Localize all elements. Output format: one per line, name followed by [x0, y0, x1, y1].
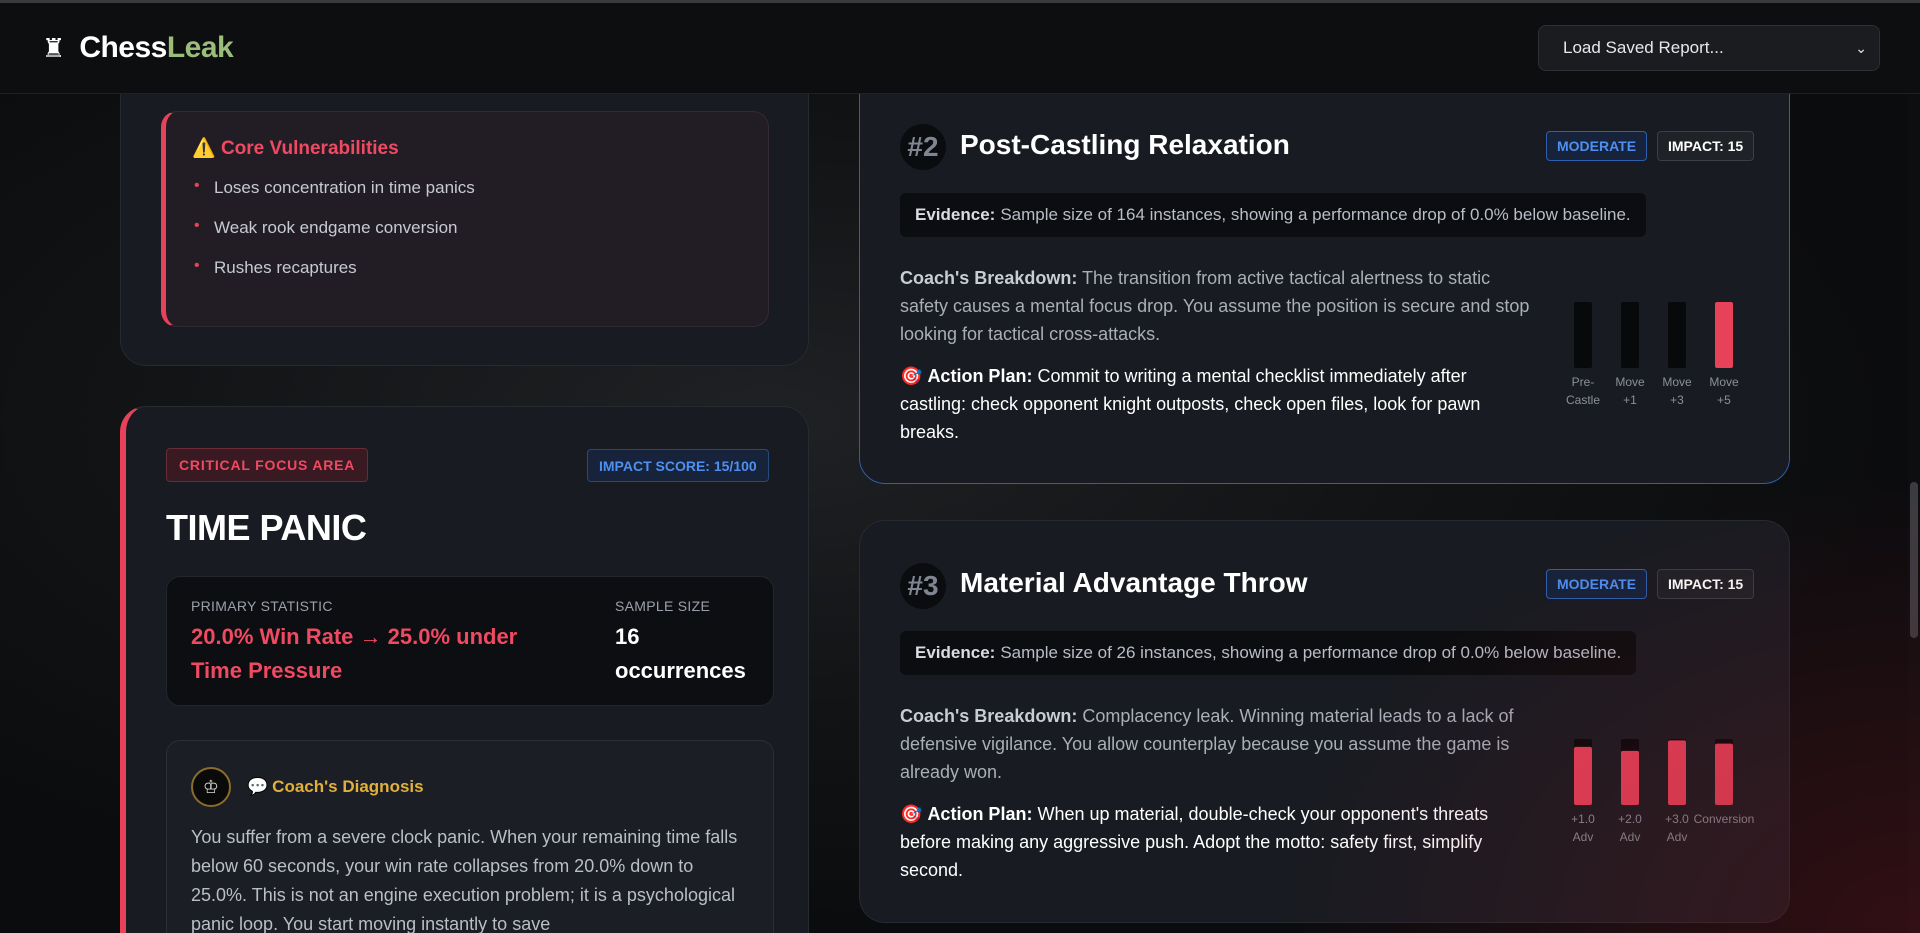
coach-diagnosis-box: ♔ 💬 Coach's Diagnosis You suffer from a s…	[166, 740, 774, 933]
pattern-number: #3	[900, 563, 946, 609]
focus-drop-chart-svg: Pre- Castle Move +1 Move +3 Move +5	[1566, 302, 1739, 407]
critical-focus-badge: CRITICAL FOCUS AREA	[166, 448, 369, 482]
pattern-card-3[interactable]: #3 Material Advantage Throw MODERATE IMP…	[859, 520, 1790, 923]
chart-bar	[1715, 743, 1733, 805]
core-vulnerabilities-box: ⚠️ Core Vulnerabilities Loses concentrat…	[161, 111, 769, 327]
bar-label: Move	[1709, 375, 1739, 389]
pattern-title: Material Advantage Throw	[960, 567, 1308, 598]
warning-icon: ⚠️	[192, 138, 216, 159]
breakdown-label: Coach's Breakdown:	[900, 706, 1078, 726]
advantage-chart: +1.0 Adv +2.0 Adv +3.0 Adv Conversion	[1560, 731, 1760, 851]
speech-bubble-icon: 💬	[247, 777, 269, 796]
primary-statistic-label: PRIMARY STATISTIC	[191, 598, 333, 614]
bar-track	[1668, 302, 1686, 368]
chart-bar	[1668, 740, 1686, 805]
bar-label: Adv	[1573, 830, 1594, 844]
bar-label: Adv	[1620, 830, 1641, 844]
action-plan: 🎯 Action Plan: Commit to writing a menta…	[900, 362, 1530, 446]
bar-label: +5	[1717, 393, 1731, 407]
brand-name-first: Chess	[79, 31, 167, 64]
evidence-label: Evidence:	[915, 643, 996, 662]
pattern-card-2[interactable]: #2 Post-Castling Relaxation MODERATE IMP…	[859, 68, 1790, 484]
list-item: Rushes recaptures	[192, 257, 742, 278]
bar-label: +3.0	[1665, 812, 1689, 826]
focus-title: TIME PANIC	[166, 507, 367, 548]
impact-score-badge: IMPACT SCORE: 15/100	[587, 449, 769, 482]
chess-king-icon: ♔	[202, 776, 220, 797]
bar-label: Move	[1662, 375, 1692, 389]
focus-drop-chart: Pre- Castle Move +1 Move +3 Move +5	[1560, 294, 1760, 414]
action-plan-label: Action Plan:	[927, 366, 1033, 386]
evidence-text: Sample size of 26 instances, showing a p…	[1000, 643, 1622, 662]
chart-bar	[1715, 302, 1733, 368]
primary-statistic-value: 20.0% Win Rate → 25.0% under Time Pressu…	[191, 624, 518, 683]
sample-size-label: SAMPLE SIZE	[615, 598, 711, 614]
diagnosis-title-text: Coach's Diagnosis	[272, 777, 424, 796]
advantage-chart-svg: +1.0 Adv +2.0 Adv +3.0 Adv Conversion	[1571, 739, 1755, 844]
severity-badge: MODERATE	[1546, 569, 1648, 599]
bar-label: +1.0	[1571, 812, 1595, 826]
scrollbar-thumb[interactable]	[1910, 482, 1918, 638]
report-select-value: Load Saved Report...	[1563, 38, 1724, 57]
coach-breakdown: Coach's Breakdown: The transition from a…	[900, 264, 1530, 348]
brand-name-second: Leak	[166, 31, 234, 64]
chevron-down-icon: ⌄	[1855, 39, 1867, 56]
load-saved-report-select[interactable]: Load Saved Report... ⌄	[1538, 25, 1880, 71]
evidence-label: Evidence:	[915, 205, 996, 224]
sample-size: SAMPLE SIZE 16 occurrences	[615, 598, 765, 688]
severity-badge: MODERATE	[1546, 131, 1648, 161]
brand-name: ChessLeak	[79, 31, 233, 65]
vulnerability-list: Loses concentration in time panics Weak …	[192, 177, 742, 278]
bar-label: Castle	[1566, 393, 1600, 407]
action-plan: 🎯 Action Plan: When up material, double-…	[900, 800, 1530, 884]
vulnerabilities-card: ⚠️ Core Vulnerabilities Loses concentrat…	[120, 70, 809, 366]
evidence-text: Sample size of 164 instances, showing a …	[1000, 205, 1631, 224]
coach-breakdown: Coach's Breakdown: Complacency leak. Win…	[900, 702, 1530, 786]
bar-label: +2.0	[1618, 812, 1642, 826]
statistic-box: PRIMARY STATISTIC 20.0% Win Rate → 25.0%…	[166, 576, 774, 706]
action-plan-label: Action Plan:	[927, 804, 1033, 824]
bar-label: Move	[1615, 375, 1645, 389]
bar-label: +1	[1623, 393, 1637, 407]
bar-track	[1574, 302, 1592, 368]
chess-rook-icon: ♜	[42, 32, 66, 63]
brand[interactable]: ♜ ChessLeak	[42, 31, 234, 65]
list-item: Weak rook endgame conversion	[192, 217, 742, 238]
vulnerabilities-title-text: Core Vulnerabilities	[220, 138, 399, 159]
sample-size-value: 16 occurrences	[615, 624, 746, 683]
core-vulnerabilities-title: ⚠️ Core Vulnerabilities	[192, 136, 742, 160]
primary-statistic: PRIMARY STATISTIC 20.0% Win Rate → 25.0%…	[191, 598, 571, 688]
bar-label: Pre-	[1572, 375, 1595, 389]
bar-label: Adv	[1667, 830, 1688, 844]
bar-label: +3	[1670, 393, 1684, 407]
evidence-box: Evidence: Sample size of 164 instances, s…	[900, 193, 1646, 237]
bar-label: Conversion	[1694, 812, 1755, 826]
diagnosis-header: ♔ 💬 Coach's Diagnosis	[191, 767, 749, 807]
pattern-number: #2	[900, 124, 946, 170]
diagnosis-title: 💬 Coach's Diagnosis	[247, 777, 424, 797]
list-item: Loses concentration in time panics	[192, 177, 742, 198]
pattern-title: Post-Castling Relaxation	[960, 129, 1290, 160]
target-icon: 🎯	[900, 804, 923, 824]
evidence-box: Evidence: Sample size of 26 instances, sh…	[900, 631, 1637, 675]
critical-focus-card: CRITICAL FOCUS AREA IMPACT SCORE: 15/100…	[120, 406, 809, 933]
diagnosis-text: You suffer from a severe clock panic. Wh…	[191, 827, 738, 933]
chart-bar	[1574, 746, 1592, 805]
app-header: ♜ ChessLeak Load Saved Report... ⌄	[0, 3, 1920, 94]
target-icon: 🎯	[900, 366, 923, 386]
chart-bar	[1621, 750, 1639, 805]
coach-avatar: ♔	[191, 767, 231, 807]
bar-track	[1621, 302, 1639, 368]
breakdown-label: Coach's Breakdown:	[900, 268, 1078, 288]
impact-badge: IMPACT: 15	[1657, 131, 1755, 161]
impact-badge: IMPACT: 15	[1657, 569, 1755, 599]
